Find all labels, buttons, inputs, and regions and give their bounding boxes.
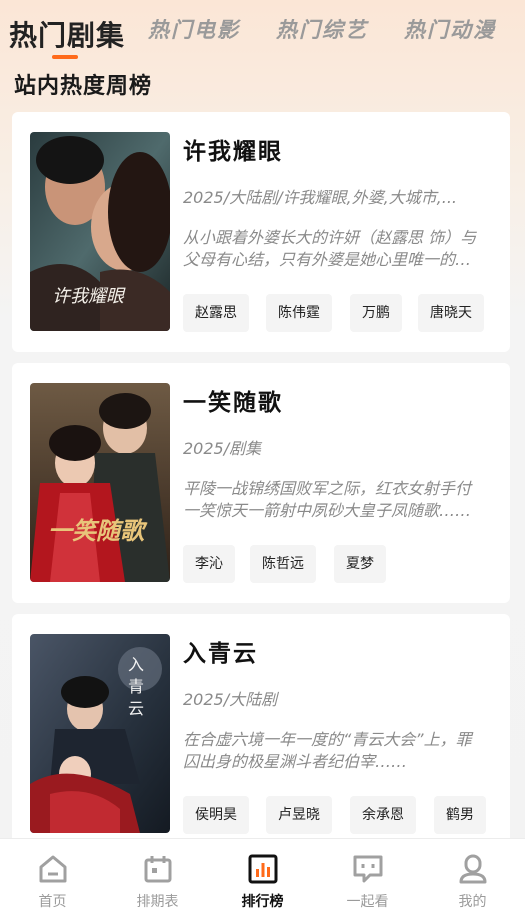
chat-bubble-icon — [353, 855, 383, 883]
nav-label: 一起看 — [346, 894, 389, 910]
actor-tag[interactable]: 万鹏 — [350, 294, 402, 332]
nav-label: 我的 — [458, 894, 487, 910]
actor-tag[interactable]: 夏梦 — [334, 545, 386, 583]
actor-tag[interactable]: 赵露思 — [183, 294, 249, 332]
actor-tag[interactable]: 鹤男 — [434, 796, 486, 834]
show-meta: 2025/大陆剧/许我耀眼,外婆,大城市,... — [183, 188, 458, 207]
calendar-icon — [144, 856, 172, 883]
poster-caption: 入青云 — [128, 655, 145, 718]
nav-profile[interactable]: 我的 — [420, 839, 525, 912]
actor-tag[interactable]: 侯明昊 — [183, 796, 249, 834]
show-meta: 2025/大陆剧 — [183, 690, 278, 709]
nav-home[interactable]: 首页 — [0, 839, 105, 912]
show-poster[interactable]: 许我耀眼 — [30, 132, 170, 331]
poster-caption: 一笑随歌 — [48, 516, 144, 545]
nav-label: 排行榜 — [241, 894, 284, 910]
show-title[interactable]: 许我耀眼 — [183, 132, 283, 166]
category-tabs: 热门剧集 热门电影 热门综艺 热门动漫 — [0, 0, 525, 60]
poster-caption: 许我耀眼 — [52, 286, 124, 307]
tab-hot-series[interactable]: 热门剧集 — [9, 14, 125, 54]
show-description: 在合虚六境一年一度的“青云大会”上，罪囚出身的极星渊斗者纪伯宰…… — [183, 730, 472, 771]
show-card[interactable]: 许我耀眼 许我耀眼 2025/大陆剧/许我耀眼,外婆,大城市,... 从小跟着外… — [12, 112, 510, 352]
nav-schedule[interactable]: 排期表 — [105, 839, 210, 912]
show-card[interactable]: 入青云 入青云 2025/大陆剧 在合虚六境一年一度的“青云大会”上，罪囚出身的… — [12, 614, 510, 854]
tab-hot-anime[interactable]: 热门动漫 — [404, 14, 496, 44]
actor-tag[interactable]: 陈哲远 — [250, 545, 316, 583]
show-description: 从小跟着外婆长大的许妍（赵露思 饰）与父母有心结，只有外婆是她心里唯一的牵挂…… — [183, 228, 477, 269]
section-title: 站内热度周榜 — [14, 74, 153, 99]
nav-label: 首页 — [38, 894, 67, 910]
show-poster[interactable]: 一笑随歌 — [30, 383, 170, 582]
tab-hot-variety[interactable]: 热门综艺 — [276, 14, 368, 44]
nav-label: 排期表 — [136, 894, 179, 910]
actor-tag[interactable]: 唐晓天 — [418, 294, 484, 332]
actor-tag[interactable]: 陈伟霆 — [266, 294, 332, 332]
active-tab-indicator — [52, 55, 78, 59]
actor-tag[interactable]: 卢昱晓 — [266, 796, 332, 834]
show-title[interactable]: 入青云 — [183, 634, 258, 668]
actor-tag[interactable]: 李沁 — [183, 545, 235, 583]
user-icon — [459, 854, 487, 884]
nav-watch-together[interactable]: 一起看 — [315, 839, 420, 912]
nav-ranking[interactable]: 排行榜 — [210, 839, 315, 912]
bottom-nav: 首页 排期表 排行榜 一起看 我的 — [0, 838, 525, 912]
show-description: 平陵一战锦绣国败军之际，红衣女射手付一笑惊天一箭射中夙砂大皇子凤随歌…… — [183, 479, 472, 520]
actor-tag[interactable]: 余承恩 — [350, 796, 416, 834]
home-icon — [39, 855, 67, 883]
show-meta: 2025/剧集 — [183, 439, 262, 458]
show-poster[interactable]: 入青云 — [30, 634, 170, 833]
show-card[interactable]: 一笑随歌 一笑随歌 2025/剧集 平陵一战锦绣国败军之际，红衣女射手付一笑惊天… — [12, 363, 510, 603]
tab-hot-movies[interactable]: 热门电影 — [148, 14, 240, 44]
ranking-chart-icon — [248, 854, 278, 884]
show-title[interactable]: 一笑随歌 — [183, 383, 283, 417]
